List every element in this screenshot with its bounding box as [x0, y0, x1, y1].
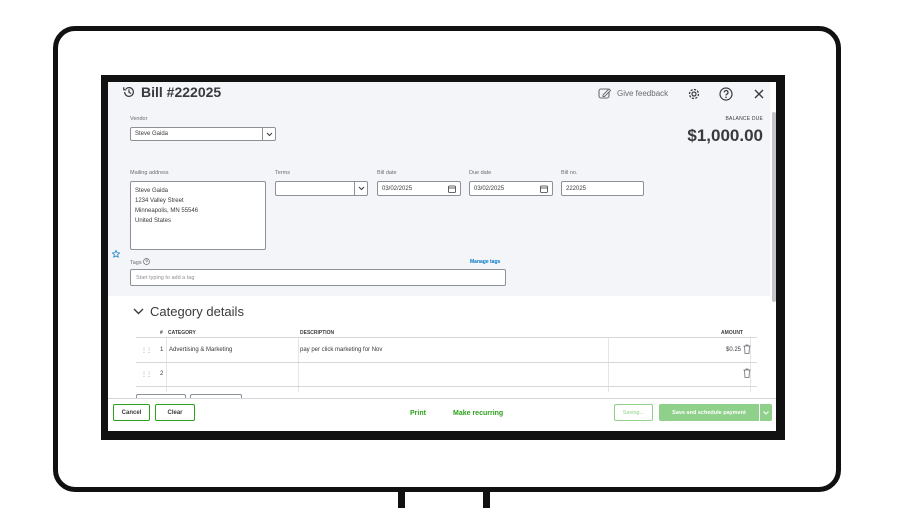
close-icon[interactable] — [751, 86, 767, 102]
bill-no-input[interactable]: 222025 — [561, 181, 644, 196]
row-number: 2 — [160, 371, 164, 377]
clear-button[interactable]: Clear — [155, 404, 195, 421]
due-date-value: 03/02/2025 — [474, 185, 505, 192]
chevron-down-icon[interactable] — [354, 182, 367, 195]
give-feedback-label: Give feedback — [617, 89, 669, 98]
row-amount[interactable]: $0.25 — [726, 347, 741, 353]
help-icon[interactable] — [718, 86, 734, 102]
give-feedback-link[interactable]: Give feedback — [598, 87, 668, 100]
manage-tags-link[interactable]: Manage tags — [470, 259, 500, 265]
table-row[interactable]: ⋮⋮ 1 Advertising & Marketing pay per cli… — [136, 339, 757, 363]
tags-label: Tags — [130, 258, 150, 266]
address-line: 1234 Valley Street — [135, 198, 184, 204]
print-link[interactable]: Print — [410, 410, 426, 417]
drag-handle-icon[interactable]: ⋮⋮ — [141, 347, 152, 354]
help-icon[interactable] — [143, 258, 150, 265]
balance-due-label: BALANCE DUE — [725, 116, 763, 122]
column-header-category: CATEGORY — [168, 330, 196, 336]
bill-window: Bill #222025 Give feedback Vendor Steve … — [108, 82, 776, 431]
vendor-label: Vendor — [130, 116, 148, 122]
scrollbar[interactable] — [772, 112, 776, 302]
table-header-divider — [136, 337, 757, 338]
bill-date-input[interactable]: 03/02/2025 — [377, 181, 461, 196]
terms-label: Terms — [275, 170, 290, 176]
mailing-address-field[interactable]: Steve Gaida 1234 Valley Street Minneapol… — [130, 181, 266, 250]
balance-due-amount: $1,000.00 — [687, 126, 763, 145]
chevron-down-icon — [763, 410, 769, 415]
address-line: United States — [135, 218, 172, 224]
bill-date-value: 03/02/2025 — [382, 185, 413, 192]
save-and-schedule-payment-button[interactable]: Save and schedule payment — [659, 404, 759, 421]
address-line: Steve Gaida — [135, 188, 169, 194]
due-date-input[interactable]: 03/02/2025 — [469, 181, 553, 196]
column-header-description: DESCRIPTION — [300, 330, 335, 336]
make-recurring-link[interactable]: Make recurring — [453, 410, 503, 417]
row-category[interactable]: Advertising & Marketing — [169, 347, 232, 353]
due-date-label: Due date — [469, 170, 492, 176]
calendar-icon[interactable] — [540, 185, 548, 193]
column-header-amount: AMOUNT — [721, 330, 743, 336]
drag-handle-icon[interactable]: ⋮⋮ — [141, 371, 152, 378]
tags-placeholder: Start typing to add a tag — [136, 274, 195, 281]
bill-no-value: 222025 — [566, 185, 587, 192]
trash-icon[interactable] — [743, 344, 751, 354]
row-number: 1 — [160, 347, 164, 353]
star-icon[interactable] — [112, 250, 120, 258]
category-details-title: Category details — [150, 304, 244, 319]
monitor-stand-right — [483, 489, 490, 508]
feedback-icon — [598, 88, 612, 99]
chevron-down-icon[interactable] — [262, 128, 275, 140]
vendor-select[interactable]: Steve Gaida — [130, 127, 276, 141]
bill-date-label: Bill date — [377, 170, 397, 176]
tags-label-text: Tags — [130, 260, 142, 266]
column-header-num: # — [160, 330, 163, 336]
terms-select[interactable] — [275, 181, 368, 196]
screen: Bill #222025 Give feedback Vendor Steve … — [101, 75, 785, 440]
mailing-address-label: Mailing address — [130, 170, 169, 176]
category-details-header[interactable]: Category details — [133, 304, 244, 319]
page-title: Bill #222025 — [122, 84, 221, 100]
gear-icon[interactable] — [686, 86, 702, 102]
vendor-value: Steve Gaida — [135, 131, 169, 137]
trash-icon[interactable] — [743, 368, 751, 378]
save-options-dropdown[interactable] — [760, 404, 772, 421]
history-icon[interactable] — [122, 85, 136, 99]
bill-footer: Cancel Clear Print Make recurring Saving… — [108, 398, 776, 431]
saving-button[interactable]: Saving... — [614, 404, 653, 421]
monitor-stand-left — [398, 489, 405, 508]
table-row[interactable]: ⋮⋮ 2 — [136, 363, 757, 387]
row-description[interactable]: pay per click marketing for Nov — [300, 347, 382, 353]
cancel-button[interactable]: Cancel — [113, 404, 150, 421]
calendar-icon[interactable] — [448, 185, 456, 193]
chevron-down-icon[interactable] — [133, 308, 144, 315]
address-line: Minneapolis, MN 55546 — [135, 208, 199, 214]
bill-title: Bill #222025 — [141, 84, 222, 100]
bill-no-label: Bill no. — [561, 170, 578, 176]
tags-input[interactable]: Start typing to add a tag — [130, 269, 506, 286]
